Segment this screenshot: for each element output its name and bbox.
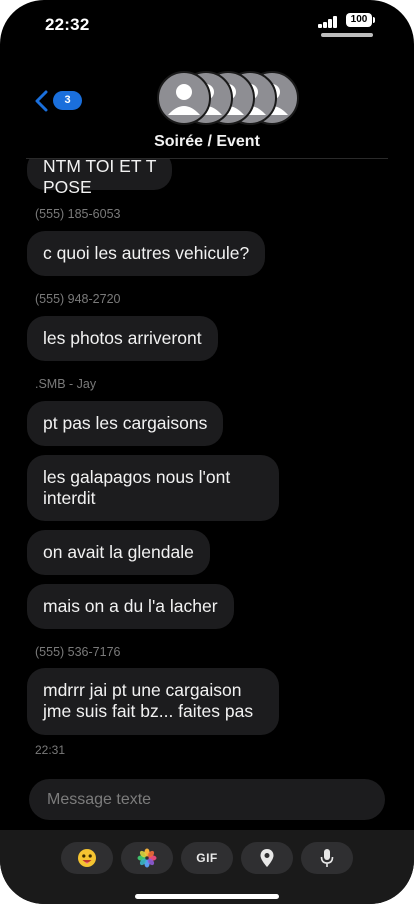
message-text: mdrrr jai pt une cargaison bbox=[43, 680, 242, 700]
message-bubble[interactable]: NTM TOI ET T POSE bbox=[27, 159, 173, 197]
location-pin-icon bbox=[260, 849, 274, 867]
memoji-button[interactable] bbox=[61, 842, 113, 874]
message-text: NTM TOI ET T bbox=[43, 159, 157, 176]
message-text: interdit bbox=[43, 488, 96, 508]
message-text: les photos arriveront bbox=[43, 328, 202, 348]
gif-button[interactable]: GIF bbox=[181, 842, 233, 874]
message-bubble[interactable]: les galapagos nous l'ont interdit bbox=[27, 455, 279, 521]
message-text: POSE bbox=[43, 177, 92, 197]
message-text: jme suis fait bz... faites pas bbox=[43, 701, 254, 721]
gif-label: GIF bbox=[196, 851, 218, 865]
message-timestamp: 22:31 bbox=[35, 743, 66, 757]
cellular-signal-icon bbox=[318, 15, 342, 28]
avatar bbox=[157, 71, 211, 125]
back-button[interactable]: 3 bbox=[33, 88, 88, 114]
group-avatars[interactable] bbox=[157, 71, 299, 125]
photos-icon bbox=[137, 848, 157, 868]
message-bubble[interactable]: on avait la glendale bbox=[27, 530, 210, 575]
message-bubble[interactable]: pt pas les cargaisons bbox=[27, 401, 224, 446]
message-bubble[interactable]: c quoi les autres vehicule? bbox=[27, 231, 266, 276]
message-bubble[interactable]: mdrrr jai pt une cargaison jme suis fait… bbox=[27, 668, 279, 735]
battery-tip bbox=[373, 17, 375, 23]
sender-name: (555) 948-2720 bbox=[35, 292, 121, 306]
message-text: pt pas les cargaisons bbox=[43, 413, 208, 433]
photos-button[interactable] bbox=[121, 842, 173, 874]
messages-screen: 22:32 100 3 Soirée / Event NTM TOI ET T … bbox=[0, 0, 414, 904]
memoji-icon bbox=[78, 849, 96, 867]
group-name[interactable]: Soirée / Event bbox=[0, 133, 414, 151]
clock: 22:32 bbox=[45, 15, 90, 34]
message-text: on avait la glendale bbox=[43, 542, 194, 562]
battery-icon: 100 bbox=[346, 13, 372, 27]
sender-name: .SMB - Jay bbox=[35, 377, 97, 391]
status-indicator-bar bbox=[321, 33, 373, 37]
location-button[interactable] bbox=[241, 842, 293, 874]
message-bubble[interactable]: les photos arriveront bbox=[27, 316, 218, 361]
status-bar: 22:32 100 bbox=[0, 0, 414, 50]
sender-name: (555) 536-7176 bbox=[35, 645, 121, 659]
imessage-app-bar: GIF bbox=[0, 830, 414, 904]
message-bubble[interactable]: mais on a du l'a lacher bbox=[27, 584, 234, 629]
message-text: c quoi les autres vehicule? bbox=[43, 243, 250, 263]
home-indicator[interactable] bbox=[135, 894, 279, 899]
sender-name: (555) 185-6053 bbox=[35, 207, 121, 221]
message-text: mais on a du l'a lacher bbox=[43, 596, 218, 616]
microphone-icon bbox=[320, 849, 334, 867]
chevron-left-icon bbox=[35, 90, 48, 112]
message-text: les galapagos nous l'ont bbox=[43, 467, 231, 487]
audio-message-button[interactable] bbox=[301, 842, 353, 874]
person-icon bbox=[168, 84, 200, 115]
message-input[interactable]: Message texte bbox=[29, 779, 385, 820]
message-thread[interactable]: NTM TOI ET T POSE (555) 185-6053 c quoi … bbox=[0, 159, 414, 769]
unread-badge: 3 bbox=[53, 91, 82, 110]
